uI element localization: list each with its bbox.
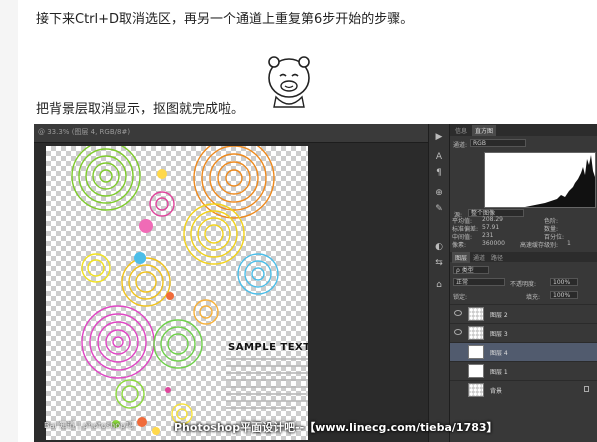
blend-mode-select[interactable]: 正常 <box>453 278 505 286</box>
fill-value: 100% <box>553 292 571 299</box>
stat-mean-value: 208.29 <box>482 216 503 223</box>
document-tab-title: @ 33.3% (图层 4, RGB/8#) <box>38 128 131 136</box>
right-panels: 信息 直方图 通道: RGB 源: 整个图像 平均值: 208.29 标准偏差:… <box>450 124 597 442</box>
instruction-text-1: 接下来Ctrl+D取消选区，再另一个通道上重复第6步开始的步骤。 <box>36 12 414 27</box>
histogram-panel-tabs: 信息 直方图 <box>450 124 597 136</box>
fill-label: 填充: <box>526 294 541 301</box>
layer-thumbnail <box>468 326 484 340</box>
toolbar-tool-7[interactable]: ⇆ <box>433 258 445 268</box>
lock-label: 锁定: <box>453 294 468 301</box>
layer-name: 图层 1 <box>490 369 508 376</box>
layer-name: 背景 <box>490 388 503 395</box>
histogram-graph <box>484 152 596 208</box>
eye-icon[interactable] <box>454 310 462 316</box>
channel-label: 通道: <box>453 142 468 149</box>
toolbar-tool-2[interactable]: A <box>433 152 445 162</box>
channel-select-value: RGB <box>473 140 486 147</box>
smiling-bear-emoji-icon <box>268 56 310 108</box>
opacity-label: 不透明度: <box>510 281 537 288</box>
sample-text: SAMPLE TEXT <box>228 342 308 353</box>
stat-pixels-value: 360000 <box>482 240 505 247</box>
layer-name: 图层 4 <box>490 350 508 357</box>
stat-cache-label: 高速缓存级别: <box>520 242 559 249</box>
toolbar-tool-8[interactable]: ⌂ <box>433 280 445 290</box>
stat-cache-value: 1 <box>567 240 571 247</box>
toolbar-tool-6[interactable]: ◐ <box>433 242 445 252</box>
left-margin-strip <box>0 0 18 442</box>
layer-filter-select[interactable]: ρ 类型 <box>453 266 489 274</box>
layer-thumbnail <box>468 364 484 378</box>
lock-icon <box>584 386 589 392</box>
toolbar-tool-5[interactable]: ✎ <box>433 204 445 214</box>
tab-channels[interactable]: 通道 <box>470 252 488 263</box>
document-tab[interactable]: @ 33.3% (图层 4, RGB/8#) <box>34 124 428 143</box>
toolbar-tool-3[interactable]: ¶ <box>433 168 445 178</box>
layers-panel-tabs: 图层 通道 路径 <box>450 252 597 263</box>
tab-paths[interactable]: 路径 <box>488 252 506 263</box>
stat-pixels-label: 像素: <box>452 242 467 249</box>
layer-name: 图层 2 <box>490 312 508 319</box>
tab-layers[interactable]: 图层 <box>452 252 471 263</box>
stat-stddev-value: 57.91 <box>482 224 500 231</box>
blend-mode-value: 正常 <box>456 279 469 286</box>
tab-histogram[interactable]: 直方图 <box>472 125 497 136</box>
layer-filter-value: ρ 类型 <box>456 267 474 274</box>
layer-row[interactable]: 图层 1 <box>450 361 597 380</box>
baidu-watermark: Bai 知道 | photoshop吧 <box>44 421 134 430</box>
layer-thumbnail <box>468 345 484 359</box>
layer-name: 图层 3 <box>490 331 508 338</box>
layer-row[interactable]: 图层 3 <box>450 323 597 342</box>
layer-row-selected[interactable]: 图层 4 <box>450 342 597 361</box>
opacity-field[interactable]: 100% <box>550 278 578 286</box>
channel-select[interactable]: RGB <box>470 139 526 147</box>
tab-info[interactable]: 信息 <box>452 125 470 136</box>
eye-icon[interactable] <box>454 329 462 335</box>
toolbar-tool-4[interactable]: ⊕ <box>433 188 445 198</box>
site-watermark: Photoshop平面设计吧--【www.linecg.com/tieba/17… <box>174 421 498 434</box>
placeholder-body-lines <box>226 358 308 414</box>
fill-field[interactable]: 100% <box>550 291 578 299</box>
layer-row-background[interactable]: 背景 <box>450 380 597 399</box>
photoshop-screenshot: @ 33.3% (图层 4, RGB/8#) SAMPLE TEXT ▶ A ¶… <box>34 124 597 442</box>
opacity-value: 100% <box>553 279 571 286</box>
panel-dock-toolbar: ▶ A ¶ ⊕ ✎ ◐ ⇆ ⌂ <box>428 124 450 442</box>
toolbar-tool-1[interactable]: ▶ <box>433 132 445 142</box>
stat-median-value: 231 <box>482 232 494 239</box>
instruction-text-2: 把背景层取消显示，抠图就完成啦。 <box>36 102 245 117</box>
layer-thumbnail <box>468 383 484 397</box>
layer-row[interactable]: 图层 2 <box>450 304 597 323</box>
document-canvas[interactable]: SAMPLE TEXT <box>46 146 308 440</box>
layer-thumbnail <box>468 307 484 321</box>
